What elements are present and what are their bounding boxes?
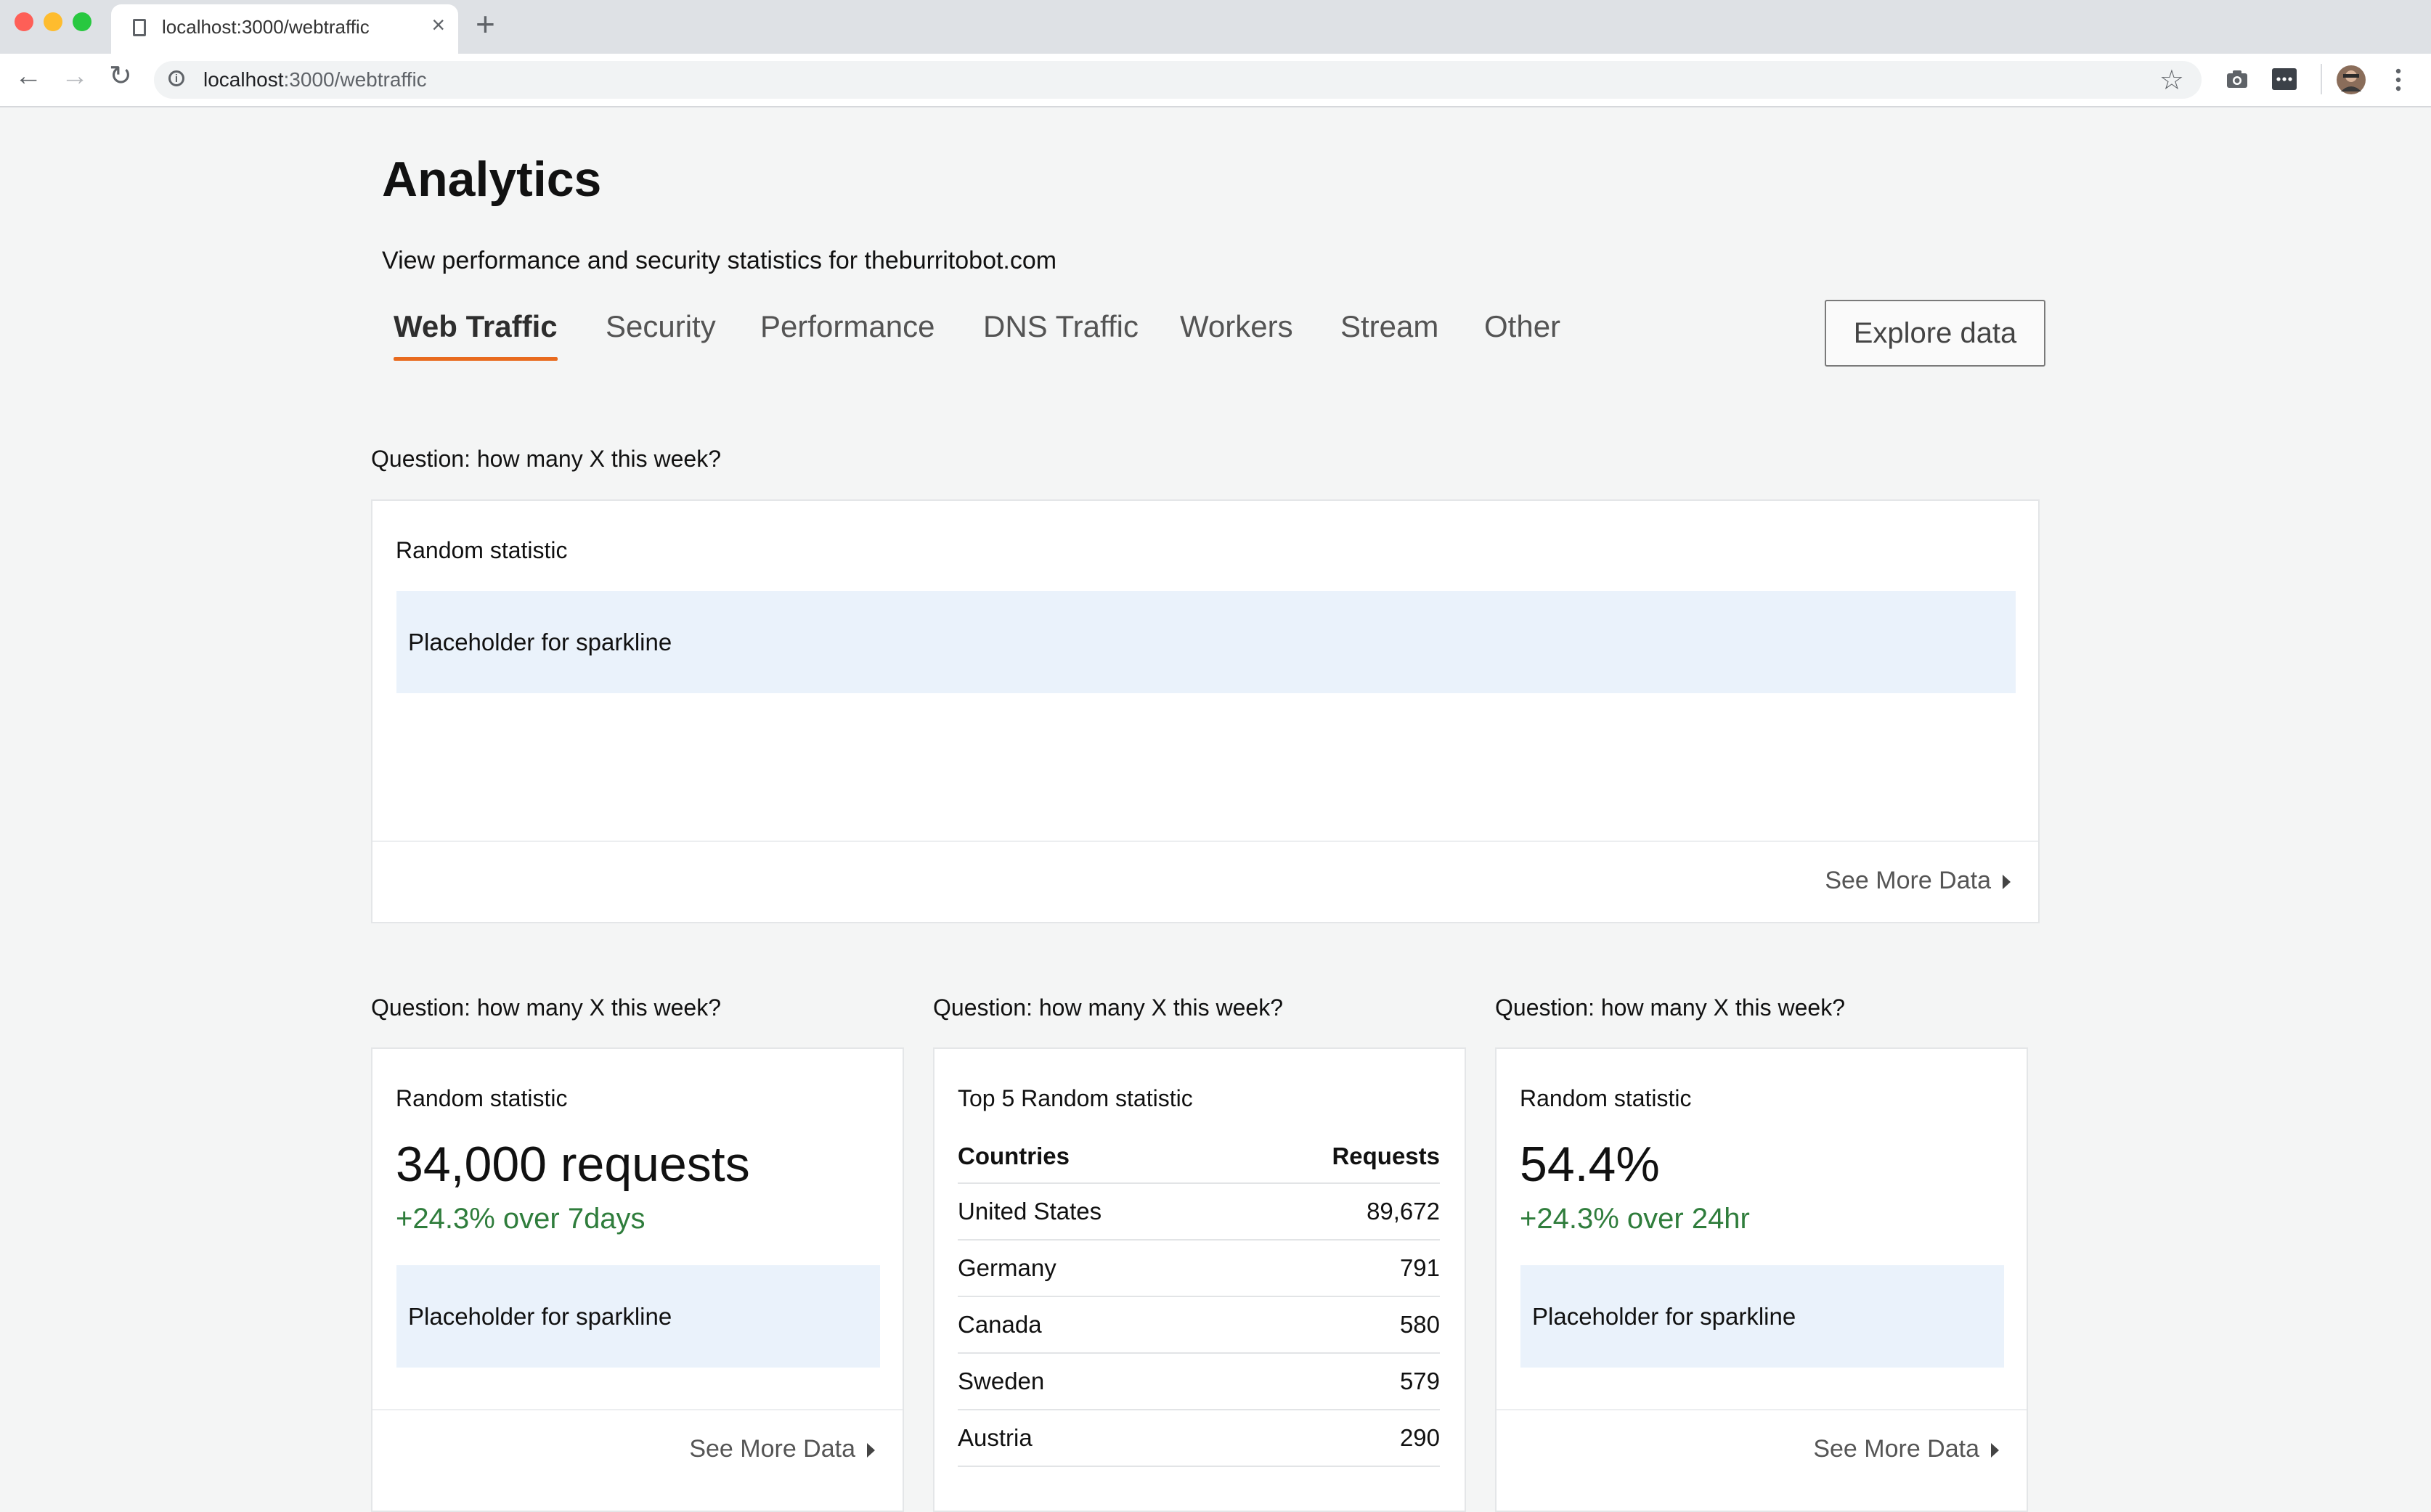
table-row: Canada 580 <box>958 1296 1440 1354</box>
close-window-button[interactable] <box>15 12 33 31</box>
browser-tabstrip: localhost:3000/webtraffic × + <box>0 0 2431 54</box>
extension-icon[interactable] <box>2271 67 2297 91</box>
stat-delta: +24.3% over 7days <box>396 1203 646 1235</box>
page-subtitle: View performance and security statistics… <box>382 247 1057 274</box>
stat-value: 34,000 requests <box>396 1137 750 1192</box>
tab-web-traffic[interactable]: Web Traffic <box>394 309 558 361</box>
tab-workers[interactable]: Workers <box>1180 309 1293 344</box>
wide-stat-card: Random statistic Placeholder for sparkli… <box>371 499 2040 923</box>
card-title: Random statistic <box>396 537 568 563</box>
column-header-requests: Requests <box>1233 1135 1440 1184</box>
card-title: Random statistic <box>1520 1085 1692 1111</box>
see-more-data-link[interactable]: See More Data <box>689 1435 875 1463</box>
kebab-menu-icon[interactable] <box>2393 67 2403 93</box>
percentage-stat-card: Random statistic 54.4% +24.3% over 24hr … <box>1495 1047 2028 1512</box>
sparkline-placeholder: Placeholder for sparkline <box>396 591 2016 693</box>
toolbar-divider <box>2321 64 2322 94</box>
minimize-window-button[interactable] <box>44 12 62 31</box>
stat-value: 54.4% <box>1520 1137 1660 1192</box>
tab-stream[interactable]: Stream <box>1340 309 1438 344</box>
placeholder-text: Placeholder for sparkline <box>408 1302 672 1330</box>
question-label: Question: how many X this week? <box>1495 994 1846 1021</box>
explore-data-button[interactable]: Explore data <box>1825 300 2045 367</box>
tab-security[interactable]: Security <box>606 309 716 344</box>
close-icon[interactable]: × <box>431 13 445 36</box>
caret-right-icon <box>1991 1443 1999 1458</box>
info-icon[interactable]: i <box>168 70 184 86</box>
card-footer: See More Data <box>1497 1409 2027 1490</box>
card-title: Top 5 Random statistic <box>958 1085 1193 1111</box>
caret-right-icon <box>2003 875 2011 890</box>
question-label: Question: how many X this week? <box>371 994 722 1021</box>
tab-performance[interactable]: Performance <box>760 309 934 344</box>
card-title: Random statistic <box>396 1085 568 1111</box>
browser-toolbar: ← → ↻ i localhost:3000/webtraffic ☆ <box>0 54 2431 107</box>
see-more-data-link[interactable]: See More Data <box>1825 867 2011 895</box>
table-header-row: Countries Requests <box>958 1135 1440 1184</box>
placeholder-text: Placeholder for sparkline <box>408 628 672 655</box>
browser-tab[interactable]: localhost:3000/webtraffic × <box>111 4 458 54</box>
table-row: Germany 791 <box>958 1240 1440 1297</box>
country-cell: Canada <box>958 1296 1234 1354</box>
question-label: Question: how many X this week? <box>371 446 722 472</box>
url-text[interactable]: localhost:3000/webtraffic <box>203 68 427 91</box>
table-row: United States 89,672 <box>958 1183 1440 1241</box>
requests-cell: 290 <box>1233 1410 1440 1467</box>
page-title: Analytics <box>382 152 602 207</box>
tab-other[interactable]: Other <box>1484 309 1560 344</box>
requests-stat-card: Random statistic 34,000 requests +24.3% … <box>371 1047 904 1512</box>
requests-cell: 791 <box>1233 1240 1440 1297</box>
table-row: Austria 290 <box>958 1410 1440 1467</box>
sparkline-placeholder: Placeholder for sparkline <box>1520 1265 2004 1368</box>
column-header-countries: Countries <box>958 1135 1234 1184</box>
card-footer: See More Data <box>372 1409 903 1490</box>
tab-title: localhost:3000/webtraffic <box>162 16 370 38</box>
question-label: Question: how many X this week? <box>933 994 1284 1021</box>
caret-right-icon <box>867 1443 875 1458</box>
sparkline-placeholder: Placeholder for sparkline <box>396 1265 880 1368</box>
requests-cell: 579 <box>1233 1353 1440 1410</box>
address-bar[interactable]: i localhost:3000/webtraffic ☆ <box>154 61 2202 99</box>
card-footer: See More Data <box>372 841 2038 922</box>
maximize-window-button[interactable] <box>73 12 91 31</box>
requests-cell: 89,672 <box>1233 1183 1440 1241</box>
country-cell: United States <box>958 1183 1234 1241</box>
placeholder-text: Placeholder for sparkline <box>1532 1302 1796 1330</box>
forward-arrow-icon[interactable]: → <box>61 62 89 90</box>
back-arrow-icon[interactable]: ← <box>15 62 42 90</box>
page-icon <box>133 19 146 36</box>
top5-stat-card: Top 5 Random statistic Countries Request… <box>933 1047 1466 1512</box>
country-cell: Sweden <box>958 1353 1234 1410</box>
table-row: Sweden 579 <box>958 1353 1440 1410</box>
top5-table: Countries Requests United States 89,672 … <box>958 1135 1440 1467</box>
avatar[interactable] <box>2337 65 2366 94</box>
country-cell: Austria <box>958 1410 1234 1467</box>
camera-icon[interactable] <box>2225 67 2249 91</box>
country-cell: Germany <box>958 1240 1234 1297</box>
stat-delta: +24.3% over 24hr <box>1520 1203 1750 1235</box>
star-icon[interactable]: ☆ <box>2159 64 2184 97</box>
see-more-data-link[interactable]: See More Data <box>1813 1435 1999 1463</box>
reload-icon[interactable]: ↻ <box>109 62 132 90</box>
requests-cell: 580 <box>1233 1296 1440 1354</box>
tab-dns-traffic[interactable]: DNS Traffic <box>983 309 1139 344</box>
plus-icon[interactable]: + <box>476 7 495 41</box>
